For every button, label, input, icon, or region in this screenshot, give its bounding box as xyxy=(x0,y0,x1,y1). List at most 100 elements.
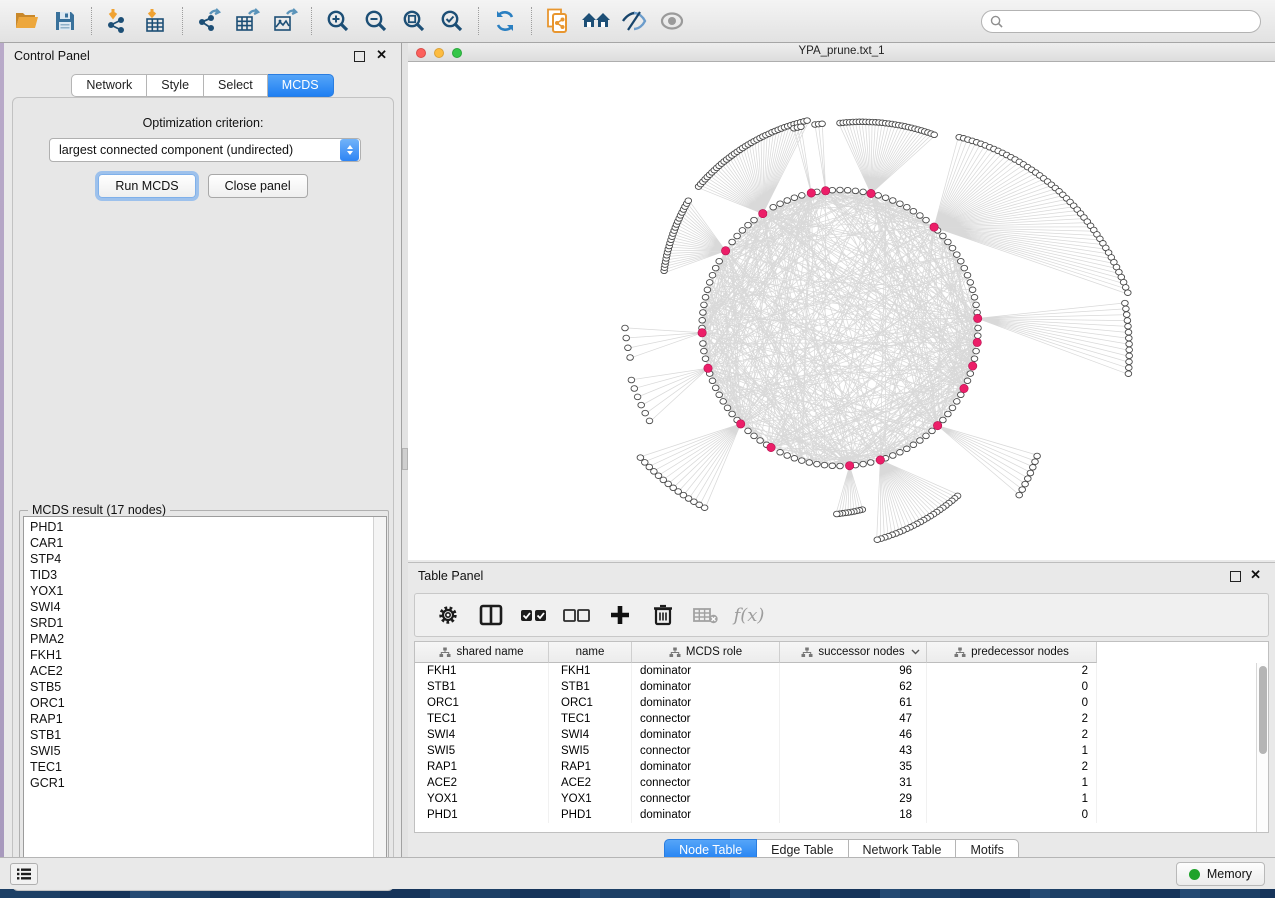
network-node[interactable] xyxy=(971,295,978,301)
network-node[interactable] xyxy=(757,438,764,444)
network-node[interactable] xyxy=(798,124,805,130)
table-row[interactable]: SWI5SWI5connector431 xyxy=(415,743,1268,759)
network-node[interactable] xyxy=(1126,353,1133,359)
column-header-predecessor-nodes[interactable]: predecessor nodes xyxy=(927,642,1097,663)
node-table[interactable]: shared namenameMCDS rolesuccessor nodesp… xyxy=(414,641,1269,833)
column-header-successor-nodes[interactable]: successor nodes xyxy=(780,642,927,663)
network-node[interactable] xyxy=(834,511,841,517)
add-column-icon[interactable] xyxy=(603,599,637,631)
table-row[interactable]: RAP1RAP1dominator352 xyxy=(415,759,1268,775)
network-node[interactable] xyxy=(724,405,731,411)
mcds-result-item[interactable]: STP4 xyxy=(24,551,386,567)
column-header-shared-name[interactable]: shared name xyxy=(415,642,549,663)
mcds-hub-node[interactable] xyxy=(759,209,767,217)
open-file-icon[interactable] xyxy=(8,3,46,39)
save-session-icon[interactable] xyxy=(46,3,84,39)
network-node[interactable] xyxy=(929,428,936,434)
network-node[interactable] xyxy=(945,239,952,245)
network-node[interactable] xyxy=(770,204,777,210)
network-node[interactable] xyxy=(940,233,947,239)
network-node[interactable] xyxy=(923,433,930,439)
mcds-result-item[interactable]: STB1 xyxy=(24,727,386,743)
network-node[interactable] xyxy=(625,345,632,351)
network-node[interactable] xyxy=(1125,324,1132,330)
select-all-icon[interactable] xyxy=(517,599,551,631)
network-node[interactable] xyxy=(699,318,706,324)
network-node[interactable] xyxy=(1022,481,1029,487)
mcds-result-item[interactable]: TEC1 xyxy=(24,759,386,775)
deselect-all-icon[interactable] xyxy=(560,599,594,631)
network-node[interactable] xyxy=(791,195,798,201)
network-node[interactable] xyxy=(890,198,897,204)
tab-select[interactable]: Select xyxy=(204,74,268,97)
network-node[interactable] xyxy=(975,333,982,339)
network-node[interactable] xyxy=(964,378,971,384)
network-node[interactable] xyxy=(729,239,736,245)
network-node[interactable] xyxy=(958,258,965,264)
network-node[interactable] xyxy=(1030,465,1037,471)
hide-details-icon[interactable] xyxy=(615,3,653,39)
network-node[interactable] xyxy=(638,402,645,408)
network-node[interactable] xyxy=(784,198,791,204)
mcds-result-item[interactable]: TID3 xyxy=(24,567,386,583)
network-node[interactable] xyxy=(1126,335,1133,341)
network-node[interactable] xyxy=(701,302,708,308)
network-node[interactable] xyxy=(949,405,956,411)
network-node[interactable] xyxy=(702,295,709,301)
network-node[interactable] xyxy=(874,537,881,543)
table-row[interactable]: YOX1YOX1connector291 xyxy=(415,791,1268,807)
network-node[interactable] xyxy=(716,392,723,398)
mcds-result-item[interactable]: ACE2 xyxy=(24,663,386,679)
mcds-hub-node[interactable] xyxy=(933,421,941,429)
network-node[interactable] xyxy=(837,463,844,469)
network-node[interactable] xyxy=(967,280,974,286)
network-node[interactable] xyxy=(622,325,629,331)
column-header-name[interactable]: name xyxy=(549,642,632,663)
network-node[interactable] xyxy=(973,348,980,354)
network-node[interactable] xyxy=(971,356,978,362)
network-node[interactable] xyxy=(821,462,828,468)
tab-style[interactable]: Style xyxy=(147,74,204,97)
network-node[interactable] xyxy=(706,280,713,286)
mcds-result-item[interactable]: RAP1 xyxy=(24,711,386,727)
network-node[interactable] xyxy=(1019,487,1026,493)
network-node[interactable] xyxy=(1123,306,1130,312)
zoom-selected-icon[interactable] xyxy=(433,3,471,39)
network-node[interactable] xyxy=(890,453,897,459)
network-node[interactable] xyxy=(799,193,806,199)
network-node[interactable] xyxy=(860,461,867,467)
network-node[interactable] xyxy=(804,118,811,124)
network-node[interactable] xyxy=(1126,347,1133,353)
mcds-result-item[interactable]: STB5 xyxy=(24,679,386,695)
network-node[interactable] xyxy=(1027,470,1034,476)
network-node[interactable] xyxy=(969,287,976,293)
network-node[interactable] xyxy=(1124,318,1131,324)
network-file-share-icon[interactable] xyxy=(539,3,577,39)
network-node[interactable] xyxy=(685,198,692,204)
show-panels-list-icon[interactable] xyxy=(10,863,38,885)
network-node[interactable] xyxy=(745,222,752,228)
mcds-hub-node[interactable] xyxy=(876,456,884,464)
close-panel-button[interactable]: Close panel xyxy=(208,174,308,198)
table-row[interactable]: TEC1TEC1connector472 xyxy=(415,711,1268,727)
network-node[interactable] xyxy=(961,265,968,271)
network-graph[interactable] xyxy=(408,62,1275,560)
network-node[interactable] xyxy=(634,394,641,400)
mcds-hub-node[interactable] xyxy=(737,420,745,428)
column-chooser-icon[interactable] xyxy=(474,599,508,631)
network-canvas[interactable] xyxy=(408,62,1275,560)
show-details-icon[interactable] xyxy=(653,3,691,39)
mcds-hub-node[interactable] xyxy=(960,384,968,392)
mcds-hub-node[interactable] xyxy=(821,187,829,195)
network-node[interactable] xyxy=(931,132,938,138)
mcds-hub-node[interactable] xyxy=(974,314,982,322)
zoom-in-icon[interactable] xyxy=(319,3,357,39)
criterion-dropdown[interactable]: largest connected component (undirected) xyxy=(49,138,361,162)
network-node[interactable] xyxy=(897,201,904,207)
mcds-result-list[interactable]: PHD1CAR1STP4TID3YOX1SWI4SRD1PMA2FKH1ACE2… xyxy=(23,516,387,879)
table-row[interactable]: ORC1ORC1dominator610 xyxy=(415,695,1268,711)
network-node[interactable] xyxy=(1034,453,1041,459)
run-mcds-button[interactable]: Run MCDS xyxy=(98,174,195,198)
network-node[interactable] xyxy=(967,371,974,377)
mcds-hub-node[interactable] xyxy=(867,189,875,197)
